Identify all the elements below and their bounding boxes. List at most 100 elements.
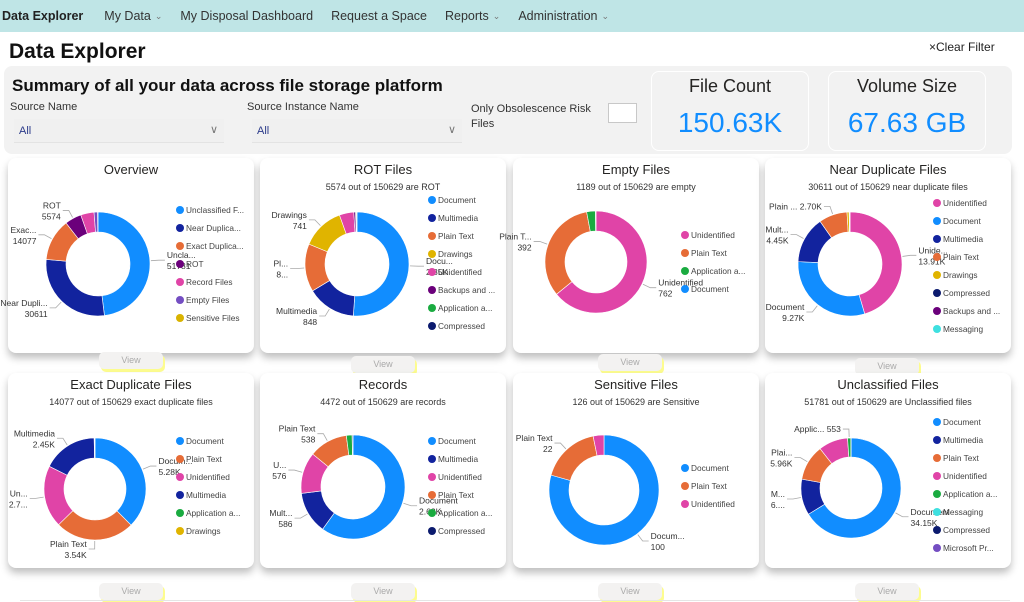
nav-brand-data-explorer[interactable]: Data Explorer bbox=[0, 9, 95, 23]
legend-item[interactable]: Application a... bbox=[933, 485, 997, 503]
donut-slice-compressed[interactable] bbox=[356, 211, 358, 233]
legend-item[interactable]: Multimedia bbox=[176, 486, 240, 504]
legend-item[interactable]: Drawings bbox=[176, 522, 240, 540]
view-button-rot[interactable]: View bbox=[351, 356, 415, 373]
legend-item[interactable]: Multimedia bbox=[933, 431, 997, 449]
clear-filter-button[interactable]: ×Clear Filter bbox=[929, 40, 995, 54]
chart-card-rot: ROT Files 5574 out of 150629 are ROT Docu.… bbox=[260, 158, 506, 353]
legend-item[interactable]: Unidentified bbox=[176, 468, 240, 486]
legend-item[interactable]: Messaging bbox=[933, 503, 997, 521]
legend-item[interactable]: Record Files bbox=[176, 273, 244, 291]
legend-item[interactable]: Drawings bbox=[933, 266, 1000, 284]
legend-item[interactable]: Application a... bbox=[681, 262, 745, 280]
legend-label: Drawings bbox=[186, 526, 221, 536]
legend-item[interactable]: Unidentified bbox=[428, 263, 495, 281]
legend-item[interactable]: Plain Text bbox=[933, 449, 997, 467]
obsolescence-risk-checkbox[interactable] bbox=[608, 103, 637, 123]
donut-slice-document[interactable] bbox=[797, 261, 866, 317]
donut-slice-compressed[interactable] bbox=[351, 434, 354, 456]
legend-item[interactable]: Microsoft Pr... bbox=[933, 539, 997, 557]
label-leader-line bbox=[294, 513, 308, 519]
legend-item[interactable]: Unidentified bbox=[681, 226, 745, 244]
legend-item[interactable]: Plain Text bbox=[176, 450, 240, 468]
donut-slice-multimedia[interactable] bbox=[48, 437, 95, 476]
donut-slice-unclassified-files[interactable] bbox=[97, 211, 151, 316]
legend-item[interactable]: Messaging bbox=[933, 320, 1000, 338]
legend-marker-icon bbox=[933, 271, 941, 279]
donut-slice-document[interactable] bbox=[352, 211, 410, 317]
legend-item[interactable]: Compressed bbox=[428, 317, 495, 335]
legend-item[interactable]: Backups and ... bbox=[428, 281, 495, 299]
legend-item[interactable]: Plain Text bbox=[681, 477, 735, 495]
legend-item[interactable]: Unidentified bbox=[933, 467, 997, 485]
legend-label: Plain Text bbox=[691, 248, 727, 258]
data-label-line: 586 bbox=[278, 519, 292, 529]
legend-item[interactable]: Unclassified F... bbox=[176, 201, 244, 219]
legend-item[interactable]: Backups and ... bbox=[933, 302, 1000, 320]
donut-slice-drawings[interactable] bbox=[308, 214, 347, 253]
legend-item[interactable]: Multimedia bbox=[428, 450, 492, 468]
legend-marker-icon bbox=[428, 455, 436, 463]
legend-item[interactable]: Sensitive Files bbox=[176, 309, 244, 327]
legend-item[interactable]: Compressed bbox=[428, 522, 492, 540]
legend-item[interactable]: Multimedia bbox=[428, 209, 495, 227]
view-button-empty[interactable]: View bbox=[598, 354, 662, 371]
legend-item[interactable]: Multimedia bbox=[933, 230, 1000, 248]
legend-item[interactable]: Document bbox=[428, 191, 495, 209]
view-button-overview[interactable]: View bbox=[99, 352, 163, 369]
legend-item[interactable]: Application a... bbox=[428, 504, 492, 522]
data-label: Plain ... 2.70K bbox=[769, 201, 822, 211]
data-label-line: Drawings bbox=[271, 210, 306, 220]
legend-item[interactable]: Plain Text bbox=[428, 227, 495, 245]
legend-marker-icon bbox=[176, 242, 184, 250]
nav-item-request-a-space[interactable]: Request a Space bbox=[322, 9, 436, 23]
legend-label: Unidentified bbox=[186, 472, 230, 482]
legend-item[interactable]: Document bbox=[428, 432, 492, 450]
nav-item-my-disposal-dashboard[interactable]: My Disposal Dashboard bbox=[171, 9, 322, 23]
nav-item-my-data[interactable]: My Data ⌄ bbox=[95, 9, 171, 23]
data-label-line: 576 bbox=[272, 471, 286, 481]
legend-item[interactable]: Plain Text bbox=[428, 486, 492, 504]
legend-item[interactable]: Near Duplica... bbox=[176, 219, 244, 237]
data-label: ROT 5574 bbox=[42, 200, 61, 221]
legend-marker-icon bbox=[681, 267, 689, 275]
legend-item[interactable]: Document bbox=[176, 432, 240, 450]
legend-item[interactable]: Compressed bbox=[933, 521, 997, 539]
legend-item[interactable]: Exact Duplica... bbox=[176, 237, 244, 255]
label-leader-line bbox=[49, 301, 62, 309]
source-name-dropdown[interactable]: All ∨ bbox=[14, 119, 224, 143]
legend-item[interactable]: Plain Text bbox=[933, 248, 1000, 266]
legend-item[interactable]: Compressed bbox=[933, 284, 1000, 302]
view-button-records[interactable]: View bbox=[351, 583, 415, 600]
nav-item-administration[interactable]: Administration ⌄ bbox=[509, 9, 618, 23]
legend-item[interactable]: Empty Files bbox=[176, 291, 244, 309]
chart-legend: Document Multimedia Unidentified Plain Text… bbox=[428, 432, 492, 540]
view-button-unclassified[interactable]: View bbox=[855, 583, 919, 600]
legend-item[interactable]: Document bbox=[933, 212, 1000, 230]
legend-marker-icon bbox=[681, 500, 689, 508]
legend-item[interactable]: Unidentified bbox=[428, 468, 492, 486]
legend-item[interactable]: Application a... bbox=[176, 504, 240, 522]
legend-item[interactable]: Unidentified bbox=[681, 495, 735, 513]
legend-marker-icon bbox=[933, 418, 941, 426]
view-button-exact-duplicate[interactable]: View bbox=[99, 583, 163, 600]
legend-item[interactable]: ROT bbox=[176, 255, 244, 273]
legend-item[interactable]: Application a... bbox=[428, 299, 495, 317]
donut-slice-document[interactable] bbox=[595, 210, 597, 232]
nav-item-reports[interactable]: Reports ⌄ bbox=[436, 9, 509, 23]
donut-slice-plain-text[interactable] bbox=[544, 211, 591, 295]
view-button-sensitive[interactable]: View bbox=[598, 583, 662, 600]
source-instance-name-dropdown[interactable]: All ∨ bbox=[252, 119, 462, 143]
legend-item[interactable]: Drawings bbox=[428, 245, 495, 263]
legend-item[interactable]: Plain Text bbox=[681, 244, 745, 262]
chart-card-near-duplicate: Near Duplicate Files 30611 out of 150629 … bbox=[765, 158, 1011, 353]
legend-item[interactable]: Unidentified bbox=[933, 194, 1000, 212]
data-label-line: 6.... bbox=[771, 500, 785, 510]
donut-slice-document[interactable] bbox=[94, 437, 147, 526]
donut-slice-plain-text[interactable] bbox=[58, 510, 132, 541]
data-label-line: 848 bbox=[303, 317, 317, 327]
legend-marker-icon bbox=[933, 526, 941, 534]
legend-item[interactable]: Document bbox=[933, 413, 997, 431]
legend-item[interactable]: Document bbox=[681, 280, 745, 298]
legend-item[interactable]: Document bbox=[681, 459, 735, 477]
